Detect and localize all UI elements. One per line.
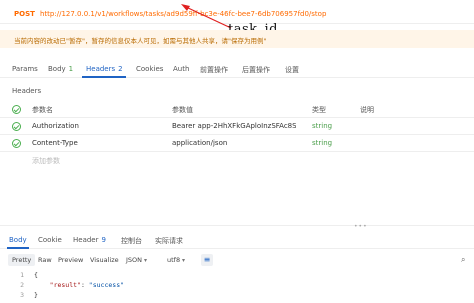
check-circle-icon[interactable] — [12, 122, 21, 131]
response-tab-cookie[interactable]: Cookie — [38, 236, 62, 244]
header-key-input[interactable]: Authorization — [32, 122, 162, 130]
column-header-description: 说明 — [360, 106, 374, 114]
response-toolbar: Pretty Raw Preview Visualize JSON utf8 ≡… — [0, 253, 474, 267]
url-input[interactable]: http://127.0.0.1/v1/workflows/tasks/ad9d… — [40, 10, 326, 18]
line-number: 2 — [20, 281, 24, 289]
view-preview-button[interactable]: Preview — [54, 254, 87, 266]
search-icon[interactable]: ⌕ — [461, 254, 471, 266]
column-header-key: 参数名 — [32, 106, 53, 114]
response-tab-header[interactable]: Header 9 — [73, 236, 106, 244]
tab-headers[interactable]: Headers 2 — [86, 65, 123, 73]
header-value-input[interactable]: Bearer app-2HhXFkGAploInzSFAc8S9Z — [172, 122, 296, 130]
header-value-input[interactable]: application/json — [172, 139, 296, 147]
column-header-value: 参数值 — [172, 106, 193, 114]
add-param-input[interactable]: 添加参数 — [32, 156, 162, 166]
code-line: "result": "success" — [49, 281, 125, 289]
view-pretty-button[interactable]: Pretty — [8, 254, 36, 266]
response-tab-body[interactable]: Body — [9, 236, 27, 244]
active-tab-indicator — [7, 247, 29, 249]
encoding-select[interactable]: utf8 — [163, 254, 189, 266]
tab-body[interactable]: Body 1 — [48, 65, 73, 73]
response-tabs: Body Cookie Header 9 控制台 实际请求 — [0, 233, 474, 249]
tab-count: 2 — [118, 65, 123, 73]
format-select[interactable]: JSON — [122, 254, 151, 266]
table-row: Authorization Bearer app-2HhXFkGAploInzS… — [0, 118, 474, 135]
tab-auth[interactable]: Auth — [173, 65, 189, 73]
tab-params[interactable]: Params — [12, 65, 38, 73]
active-tab-indicator — [82, 76, 126, 78]
line-number: 1 — [20, 271, 24, 279]
tab-settings[interactable]: 设置 — [285, 65, 299, 75]
response-tab-actual-request[interactable]: 实际请求 — [155, 236, 183, 246]
tab-post-operations[interactable]: 后置操作 — [242, 65, 270, 75]
tab-pre-operations[interactable]: 前置操作 — [200, 65, 228, 75]
line-number: 3 — [20, 291, 24, 299]
column-header-type: 类型 — [312, 106, 326, 114]
http-method-select[interactable]: POST — [14, 10, 35, 18]
table-row: Content-Type application/json string — [0, 135, 474, 152]
code-line: { — [34, 271, 38, 279]
request-tabs: Params Body 1 Headers 2 Cookies Auth 前置操作 … — [0, 62, 474, 78]
json-key: "result" — [49, 281, 81, 289]
response-tab-console[interactable]: 控制台 — [121, 236, 142, 246]
check-circle-icon[interactable] — [12, 105, 21, 114]
panel-resize-handle[interactable]: ••• — [0, 223, 474, 230]
tab-count: 9 — [101, 236, 106, 244]
header-type-select[interactable]: string — [312, 139, 352, 147]
url-bar: POST http://127.0.0.1/v1/workflows/tasks… — [0, 0, 474, 24]
headers-section-label: Headers — [12, 87, 42, 95]
view-raw-button[interactable]: Raw — [34, 254, 56, 266]
tab-count: 1 — [68, 65, 74, 73]
wrap-lines-icon[interactable]: ≡ — [201, 254, 213, 266]
check-circle-icon[interactable] — [12, 139, 21, 148]
draft-notice: 当前内容的改动已"暂存"，暂存的信息仅本人可见，如需与其他人共享，请"保存为用例… — [0, 30, 474, 48]
response-body-viewer[interactable]: 1 { 2 "result": "success" 3 } — [0, 269, 474, 303]
tab-cookies[interactable]: Cookies — [136, 65, 163, 73]
json-value: "success" — [88, 281, 125, 289]
view-visualize-button[interactable]: Visualize — [86, 254, 123, 266]
code-line: } — [34, 291, 38, 299]
drag-handle-icon: ••• — [354, 223, 368, 230]
add-param-row: 添加参数 — [0, 152, 474, 169]
header-type-select[interactable]: string — [312, 122, 352, 130]
header-key-input[interactable]: Content-Type — [32, 139, 162, 147]
table-header-row: 参数名 参数值 类型 说明 — [0, 101, 474, 118]
notice-text: 当前内容的改动已"暂存"，暂存的信息仅本人可见，如需与其他人共享，请"保存为用例… — [14, 37, 267, 45]
